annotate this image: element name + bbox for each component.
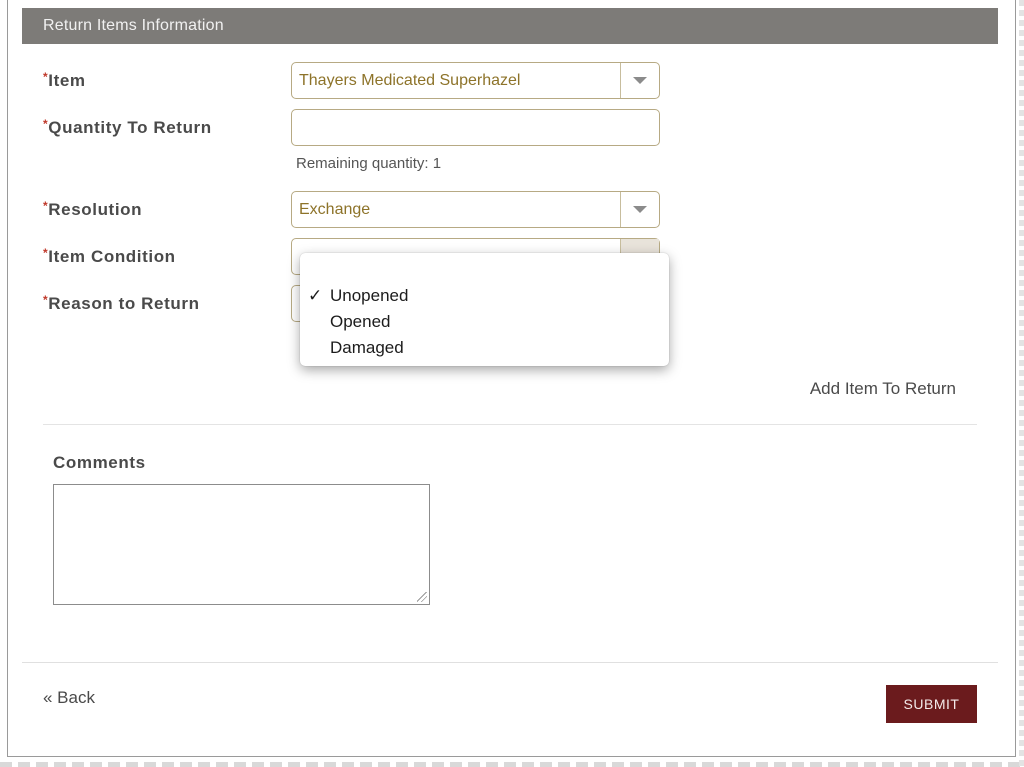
resolution-label: *Resolution xyxy=(43,199,143,219)
item-select-arrow[interactable] xyxy=(620,63,659,98)
resolution-select-value: Exchange xyxy=(299,200,371,218)
checkmark-icon: ✓ xyxy=(308,286,323,305)
section-header: Return Items Information xyxy=(22,8,998,44)
item-condition-label: *Item Condition xyxy=(43,246,176,266)
resolution-select-arrow[interactable] xyxy=(620,192,659,227)
section-title: Return Items Information xyxy=(43,17,224,34)
item-condition-dropdown: ✓ Unopened Opened Damaged xyxy=(300,253,669,366)
dropdown-option-opened[interactable]: Opened xyxy=(300,311,669,337)
required-marker: * xyxy=(43,246,49,260)
comments-textarea[interactable] xyxy=(53,484,430,605)
required-marker: * xyxy=(43,70,49,84)
required-marker: * xyxy=(43,117,49,131)
add-item-to-return-link[interactable]: Add Item To Return xyxy=(810,379,956,399)
submit-button[interactable]: SUBMIT xyxy=(886,685,977,723)
comments-label: Comments xyxy=(53,453,146,472)
chevron-down-icon xyxy=(633,206,647,213)
right-dotted-border xyxy=(1019,0,1024,767)
remaining-quantity-text: Remaining quantity: 1 xyxy=(296,155,442,172)
resize-grip-icon[interactable] xyxy=(417,592,427,602)
required-marker: * xyxy=(43,199,49,213)
reason-label: *Reason to Return xyxy=(43,293,200,313)
dropdown-option-unopened[interactable]: ✓ Unopened xyxy=(300,285,669,311)
quantity-input[interactable] xyxy=(291,109,660,146)
chevron-down-icon xyxy=(633,77,647,84)
item-select-value: Thayers Medicated Superhazel xyxy=(299,71,521,89)
divider xyxy=(43,424,977,425)
back-link[interactable]: « Back xyxy=(43,688,95,708)
quantity-label: *Quantity To Return xyxy=(43,117,212,137)
item-label: *Item xyxy=(43,70,86,90)
footer-divider xyxy=(22,662,998,663)
required-marker: * xyxy=(43,293,49,307)
dropdown-option-damaged[interactable]: Damaged xyxy=(300,337,669,363)
item-select[interactable]: Thayers Medicated Superhazel xyxy=(291,62,660,99)
resolution-select[interactable]: Exchange xyxy=(291,191,660,228)
bottom-dashed-border xyxy=(0,762,1024,767)
